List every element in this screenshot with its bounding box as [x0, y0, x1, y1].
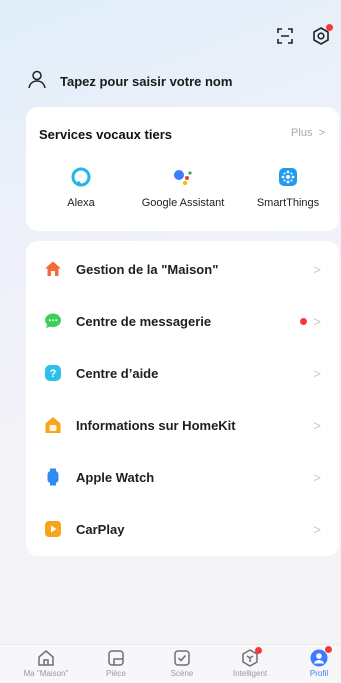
menu-item-label: Apple Watch — [76, 469, 155, 485]
menu-item-label: Centre d’aide — [76, 365, 159, 381]
service-alexa[interactable]: Alexa — [26, 167, 136, 209]
chevron-right-icon: > — [313, 261, 321, 277]
chevron-right-icon: > — [313, 365, 321, 381]
help-icon: ? — [44, 364, 62, 382]
voice-services-card: Services vocaux tiers Plus > Alexa Googl… — [26, 107, 339, 231]
tab-room[interactable]: Pièce — [86, 645, 146, 678]
service-smartthings[interactable]: SmartThings — [233, 167, 341, 209]
chevron-right-icon: > — [313, 521, 321, 537]
menu-card: Gestion de la "Maison" > Centre de messa… — [26, 241, 339, 556]
homekit-icon — [44, 416, 62, 434]
menu-item-carplay[interactable]: CarPlay > — [26, 503, 339, 555]
tab-smart[interactable]: Intelligent — [220, 645, 280, 678]
smart-tab-icon — [240, 647, 262, 668]
notification-dot — [325, 646, 332, 653]
google-assistant-icon — [128, 167, 238, 187]
tab-label: Intelligent — [232, 669, 268, 678]
service-label: Google Assistant — [141, 197, 225, 209]
menu-item-home-management[interactable]: Gestion de la "Maison" > — [26, 243, 339, 295]
home-icon — [44, 260, 62, 278]
alexa-icon — [26, 167, 136, 187]
top-actions — [275, 24, 333, 46]
service-label: Alexa — [67, 197, 95, 209]
tab-profile[interactable]: Profil — [289, 645, 341, 678]
menu-item-apple-watch[interactable]: Apple Watch > — [26, 451, 339, 503]
menu-item-homekit-info[interactable]: Informations sur HomeKit > — [26, 399, 339, 451]
chevron-right-icon: > — [313, 313, 321, 329]
profile-name-row[interactable]: Tapez pour saisir votre nom — [26, 68, 232, 95]
tab-label: Profil — [309, 669, 329, 678]
avatar-icon — [26, 68, 48, 95]
tab-home[interactable]: Ma "Maison" — [16, 645, 76, 678]
bottom-tab-bar: Ma "Maison" Pièce Scène Intelligent Prof… — [0, 644, 341, 683]
tab-scene[interactable]: Scène — [152, 645, 212, 678]
profile-tab-icon — [309, 646, 332, 668]
menu-item-help-center[interactable]: ? Centre d’aide > — [26, 347, 339, 399]
scan-icon[interactable] — [275, 26, 295, 46]
watch-icon — [44, 468, 62, 486]
menu-item-label: CarPlay — [76, 521, 125, 537]
room-tab-icon — [106, 648, 126, 668]
menu-item-label: Gestion de la "Maison" — [76, 261, 219, 277]
scene-tab-icon — [172, 648, 192, 668]
tab-label: Scène — [170, 669, 194, 678]
voice-services-title: Services vocaux tiers — [39, 127, 172, 142]
carplay-icon — [44, 520, 62, 538]
svg-text:?: ? — [50, 368, 57, 380]
notification-dot — [255, 647, 262, 654]
settings-icon[interactable] — [311, 24, 333, 46]
smartthings-icon — [233, 167, 341, 187]
home-tab-icon — [36, 648, 56, 668]
menu-item-label: Informations sur HomeKit — [76, 417, 236, 433]
chevron-right-icon: > — [313, 417, 321, 433]
chevron-right-icon: > — [313, 469, 321, 485]
tab-label: Pièce — [105, 669, 126, 678]
menu-item-message-center[interactable]: Centre de messagerie > — [26, 295, 339, 347]
service-label: SmartThings — [256, 197, 320, 209]
more-link[interactable]: Plus > — [291, 127, 325, 139]
tab-label: Ma "Maison" — [23, 669, 69, 678]
menu-item-label: Centre de messagerie — [76, 313, 212, 329]
name-prompt: Tapez pour saisir votre nom — [60, 74, 233, 89]
message-icon — [44, 312, 62, 330]
service-google-assistant[interactable]: Google Assistant — [128, 167, 238, 209]
unread-dot — [300, 318, 307, 325]
notification-dot — [326, 24, 333, 31]
